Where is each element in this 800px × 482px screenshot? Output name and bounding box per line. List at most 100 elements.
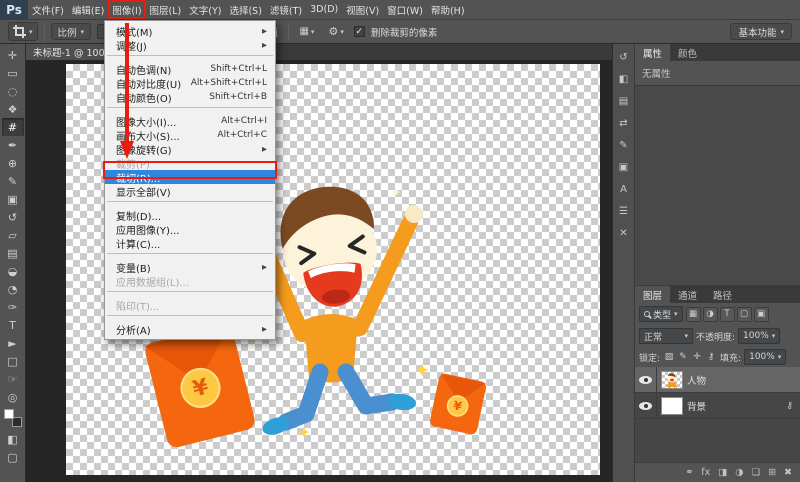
lock-image-pixels-icon[interactable]: ✎ (677, 350, 689, 364)
image-menu-item[interactable]: 图像大小(I)... Alt+Ctrl+I (105, 114, 275, 128)
layer-row-background[interactable]: 背景 ⚷ (635, 393, 800, 419)
eyedropper-tool[interactable]: ✒ (2, 136, 24, 154)
panel-tab[interactable]: 颜色 (670, 44, 705, 61)
healing-brush-tool[interactable]: ⊕ (2, 154, 24, 172)
layer-group-icon[interactable]: ❏ (752, 467, 761, 478)
filter-smart-objects-icon[interactable]: ▣ (754, 307, 769, 322)
image-menu-item[interactable]: 分析(A) (105, 322, 275, 336)
menubar-menu[interactable]: 3D(D) (306, 0, 342, 19)
delete-layer-icon[interactable]: ✖ (784, 467, 792, 478)
quick-selection-tool[interactable]: ❖ (2, 100, 24, 118)
menubar-menu[interactable]: 窗口(W) (383, 0, 427, 19)
new-layer-icon[interactable]: ⊞ (768, 467, 776, 478)
adjustment-layer-icon[interactable]: ◑ (735, 467, 743, 478)
image-menu-item[interactable]: 变量(B) (105, 260, 275, 274)
quick-mask-mode-icon[interactable]: ◧ (2, 430, 24, 448)
menubar-menu[interactable]: 编辑(E) (68, 0, 108, 19)
fill-input[interactable]: 100% (744, 349, 786, 365)
panel-tab[interactable]: 图层 (635, 286, 670, 303)
opacity-input[interactable]: 100% (738, 328, 780, 344)
lock-all-icon[interactable]: ⚷ (705, 350, 717, 364)
hand-tool[interactable]: ☞ (2, 370, 24, 388)
swap-panel-icon[interactable]: ⇄ (615, 115, 632, 131)
filter-adjustment-layers-icon[interactable]: ◑ (703, 307, 718, 322)
link-layers-icon[interactable]: ⚭ (685, 467, 693, 478)
image-menu-item[interactable]: 调整(J) (105, 38, 275, 52)
lock-position-icon[interactable]: ✛ (691, 350, 703, 364)
menubar-menu[interactable]: 图像(I) (108, 0, 145, 19)
dodge-tool[interactable]: ◔ (2, 280, 24, 298)
image-menu-item[interactable]: 自动对比度(U) Alt+Shift+Ctrl+L (105, 76, 275, 90)
foreground-color-swatch[interactable] (4, 409, 14, 419)
screen-mode-icon[interactable]: ▢ (2, 448, 24, 466)
delete-cropped-pixels-checkbox[interactable] (354, 26, 365, 37)
menubar-menu[interactable]: 选择(S) (225, 0, 265, 19)
lock-transparent-pixels-icon[interactable]: ▨ (663, 350, 675, 364)
history-brush-tool[interactable]: ↺ (2, 208, 24, 226)
panel-tab[interactable]: 属性 (635, 44, 670, 61)
menubar-menu[interactable]: 视图(V) (342, 0, 383, 19)
visibility-toggle[interactable] (635, 367, 657, 393)
layer-row-character[interactable]: 人物 (635, 367, 800, 393)
workspace-switcher[interactable]: 基本功能 (730, 23, 792, 40)
gear-icon (328, 25, 338, 38)
layer-filter-select[interactable]: 类型 (639, 306, 683, 322)
history-panel-icon[interactable]: ↺ (615, 49, 632, 65)
color-swatches[interactable] (4, 409, 22, 427)
pen-tool[interactable]: ✑ (2, 298, 24, 316)
image-menu-item[interactable]: 显示全部(V) (105, 184, 275, 198)
crop-options-button[interactable] (324, 24, 347, 39)
overlay-options-button[interactable] (295, 25, 318, 38)
image-menu-item[interactable]: 应用数据组(L)... (105, 274, 275, 288)
menubar-menu[interactable]: 文件(F) (28, 0, 68, 19)
filter-type-layers-icon[interactable]: T (720, 307, 735, 322)
image-menu-item[interactable]: 图像旋转(G) (105, 142, 275, 156)
type-tool[interactable]: T (2, 316, 24, 334)
menubar-menu[interactable]: 图层(L) (146, 0, 186, 19)
image-menu-item[interactable]: 陷印(T)... (105, 298, 275, 312)
image-menu-item[interactable]: 自动色调(N) Shift+Ctrl+L (105, 62, 275, 76)
close-panel-icon[interactable]: ✕ (615, 225, 632, 241)
filter-shape-layers-icon[interactable]: ▢ (737, 307, 752, 322)
crop-tool[interactable]: # (2, 118, 24, 136)
styles-panel-icon[interactable]: ▤ (615, 93, 632, 109)
blend-mode-select[interactable]: 正常 (639, 328, 693, 344)
gradient-tool[interactable]: ▤ (2, 244, 24, 262)
brush-tool[interactable]: ✎ (2, 172, 24, 190)
marquee-tool[interactable]: ▭ (2, 64, 24, 82)
menubar-menu[interactable]: 滤镜(T) (266, 0, 306, 19)
shape-tool[interactable]: □ (2, 352, 24, 370)
image-menu-item[interactable]: 应用图像(Y)... (105, 222, 275, 236)
filter-pixel-layers-icon[interactable]: ▦ (686, 307, 701, 322)
panel-tab[interactable]: 通道 (670, 286, 705, 303)
clone-stamp-tool[interactable]: ▣ (2, 190, 24, 208)
image-menu-item[interactable]: 自动颜色(O) Shift+Ctrl+B (105, 90, 275, 104)
visibility-toggle[interactable] (635, 393, 657, 419)
panel-tab[interactable]: 路径 (705, 286, 740, 303)
image-menu-item[interactable]: 计算(C)... (105, 236, 275, 250)
search-icon (644, 311, 650, 317)
eraser-tool[interactable]: ▱ (2, 226, 24, 244)
image-menu-item[interactable]: 复制(D)... (105, 208, 275, 222)
image-menu-item[interactable]: 裁剪(P) (105, 156, 275, 170)
lasso-tool[interactable]: ◌ (2, 82, 24, 100)
chevron-down-icon (772, 331, 776, 341)
blur-tool[interactable]: ◒ (2, 262, 24, 280)
adjustments-panel-icon[interactable]: ◧ (615, 71, 632, 87)
image-menu-item[interactable]: 画布大小(S)... Alt+Ctrl+C (105, 128, 275, 142)
menubar-menu[interactable]: 帮助(H) (427, 0, 469, 19)
layer-mask-icon[interactable]: ◨ (718, 467, 727, 478)
paragraph-panel-icon[interactable]: ☰ (615, 203, 632, 219)
crop-tool-preset[interactable] (8, 22, 38, 41)
zoom-tool[interactable]: ◎ (2, 388, 24, 406)
character-panel-icon[interactable]: A (615, 181, 632, 197)
layer-style-icon[interactable]: fx (701, 467, 710, 478)
image-menu-item[interactable]: 裁切(R)... (105, 170, 275, 184)
path-selection-tool[interactable]: ► (2, 334, 24, 352)
menubar-menu[interactable]: 文字(Y) (185, 0, 225, 19)
brush-panel-icon[interactable]: ✎ (615, 137, 632, 153)
crop-ratio-select[interactable]: 比例 (51, 23, 92, 40)
clone-source-panel-icon[interactable]: ▣ (615, 159, 632, 175)
image-menu-item[interactable]: 模式(M) (105, 24, 275, 38)
move-tool[interactable]: ✛ (2, 46, 24, 64)
